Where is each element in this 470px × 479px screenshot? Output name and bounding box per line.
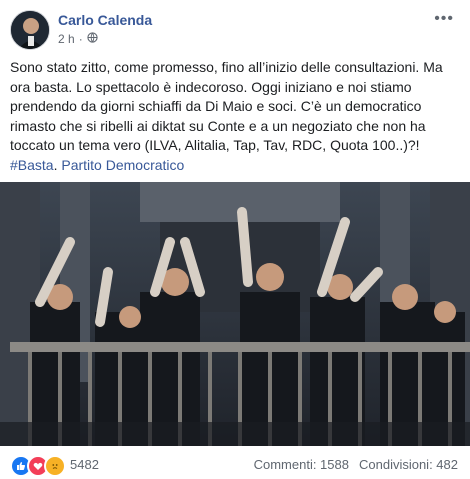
hashtag-link[interactable]: #Basta: [10, 157, 54, 173]
globe-icon: [87, 32, 98, 46]
post-text: Sono stato zitto, come promesso, fino al…: [10, 58, 462, 175]
post-body: Sono stato zitto, come promesso, fino al…: [10, 59, 443, 153]
avatar[interactable]: [10, 10, 50, 50]
comments-count[interactable]: Commenti: 1588: [254, 457, 349, 472]
more-options-icon[interactable]: •••: [434, 10, 454, 28]
post-footer: 5482 Commenti: 1588 Condivisioni: 482: [0, 446, 470, 479]
post-photo[interactable]: [0, 182, 470, 446]
page-link[interactable]: Partito Democratico: [61, 157, 184, 173]
sad-icon: [44, 455, 66, 477]
post-header: Carlo Calenda 2 h · •••: [0, 0, 470, 56]
post-meta: 2 h ·: [58, 32, 98, 46]
reaction-icons[interactable]: [10, 455, 66, 477]
shares-count[interactable]: Condivisioni: 482: [359, 457, 458, 472]
post-stats: Commenti: 1588 Condivisioni: 482: [254, 457, 458, 472]
author-name[interactable]: Carlo Calenda: [58, 12, 152, 28]
post-time[interactable]: 2 h: [58, 32, 75, 46]
reaction-count[interactable]: 5482: [70, 457, 99, 472]
